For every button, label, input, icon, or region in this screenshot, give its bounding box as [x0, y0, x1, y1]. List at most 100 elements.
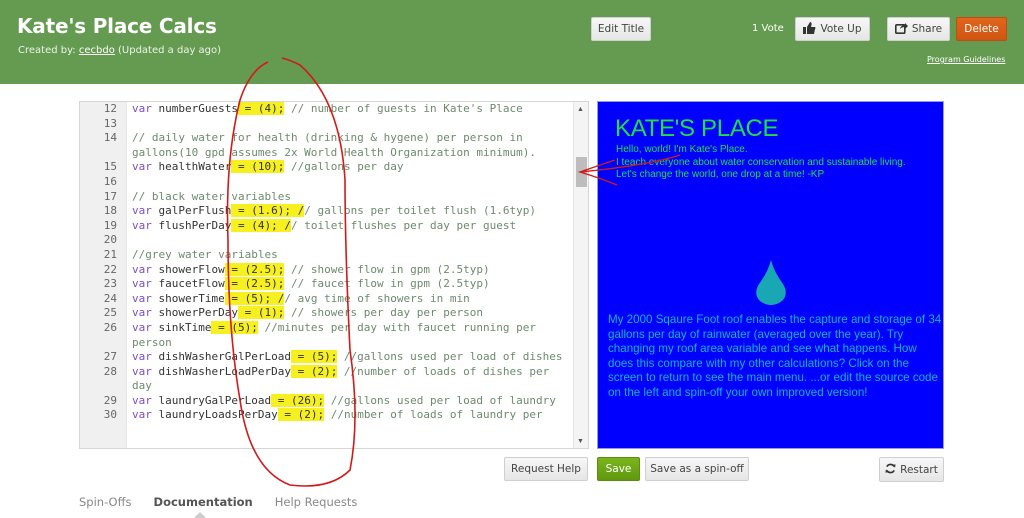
code-text: var dishWasherLoadPerDay = (2); //number…	[123, 364, 568, 394]
code-line[interactable]: 12 var numberGuests = (4); // number of g…	[80, 102, 573, 117]
code-text: var flushPerDay = (4); // toilet flushes…	[123, 218, 568, 234]
code-line[interactable]: 22 var showerFlow = (2.5); // shower flow…	[80, 262, 573, 278]
created-by-label: Created by:	[18, 45, 76, 56]
editor-scrollbar[interactable]: ▲ ▼	[573, 102, 588, 448]
line-number: 12	[103, 102, 117, 115]
save-button[interactable]: Save	[597, 457, 640, 481]
request-help-button[interactable]: Request Help	[504, 457, 588, 481]
tab-spin-offs[interactable]: Spin-Offs	[79, 495, 132, 509]
canvas-greeting: Hello, world! I'm Kate's Place. I teach …	[616, 144, 906, 182]
code-token-val: = (5);	[211, 320, 258, 334]
line-number: 30	[103, 408, 117, 422]
code-token-kw: var	[132, 320, 152, 334]
delete-button[interactable]: Delete	[956, 17, 1007, 41]
code-text: var dishWasherGalPerLoad = (5); //gallon…	[123, 350, 568, 365]
code-line[interactable]: 18 var galPerFlush = (1.6); // gallons pe…	[80, 204, 573, 219]
code-token-comment: // showers per day per person	[284, 306, 484, 320]
code-line[interactable]: 23 var faucetFlow = (2.5); // faucet flow…	[80, 277, 573, 292]
code-token-comment: //number of loads of laundry per	[324, 408, 543, 422]
code-line[interactable]: 26 var sinkTime = (5); //minutes per day …	[80, 320, 573, 350]
restart-button[interactable]: Restart	[879, 457, 944, 482]
scroll-down-arrow-icon[interactable]: ▼	[577, 438, 584, 445]
code-token-kw: var	[132, 160, 152, 174]
code-token-val: = (10);	[231, 160, 285, 174]
line-number: 16	[103, 174, 117, 188]
code-token-code: faucetFlow	[151, 277, 225, 291]
code-token-comment: / toilet flushes per day per guest	[290, 218, 517, 232]
code-line[interactable]: 24 var showerTime = (5); // avg time of s…	[80, 291, 573, 307]
code-text: var showerTime = (5); // avg time of sho…	[123, 291, 568, 307]
vote-up-button[interactable]: Vote Up	[795, 17, 870, 41]
code-token-comment: //gallons used per load of laundry	[324, 393, 556, 407]
spinoff-label: Save as a spin-off	[650, 463, 744, 475]
code-token-kw: var	[132, 408, 152, 422]
save-as-spinoff-button[interactable]: Save as a spin-off	[645, 457, 749, 481]
code-line[interactable]: 13	[80, 117, 573, 132]
program-guidelines-link[interactable]: Program Guidelines	[927, 55, 1005, 64]
code-token-code: dishWasherLoadPerDay	[151, 364, 291, 378]
code-line[interactable]: 15 var healthWater = (10); //gallons per …	[80, 160, 573, 175]
thumbs-up-icon	[803, 21, 816, 37]
save-label: Save	[605, 463, 632, 475]
tab-documentation[interactable]: Documentation	[154, 495, 253, 518]
code-token-comment: // shower flow in gpm (2.5typ)	[284, 262, 490, 276]
water-drop-icon	[756, 260, 786, 305]
canvas-title: KATE'S PLACE	[615, 115, 779, 142]
code-line[interactable]: 20	[80, 233, 573, 248]
code-text: var showerFlow = (2.5); // shower flow i…	[123, 262, 568, 278]
share-icon	[894, 22, 908, 37]
code-line[interactable]: 25 var showerPerDay = (1); // showers per…	[80, 306, 573, 321]
code-token-val: = (1);	[237, 306, 285, 320]
code-line[interactable]: 14 // daily water for health (drinking & …	[80, 131, 573, 160]
edit-title-button[interactable]: Edit Title	[591, 17, 651, 41]
code-line[interactable]: 16	[80, 175, 573, 190]
code-token-val: = (5); /	[224, 291, 285, 305]
author-link[interactable]: cecbdo	[79, 45, 115, 56]
code-token-code: sinkTime	[151, 320, 212, 334]
code-line[interactable]: 28 var dishWasherLoadPerDay = (2); //numb…	[80, 364, 573, 394]
line-number: 21	[103, 247, 117, 261]
tab-help-requests[interactable]: Help Requests	[275, 495, 358, 509]
code-line[interactable]: 17 // black water variables	[80, 190, 573, 205]
program-output-canvas[interactable]: KATE'S PLACE Hello, world! I'm Kate's Pl…	[597, 101, 944, 449]
code-token-code: galPerFlush	[151, 204, 232, 218]
code-line[interactable]: 30 var laundryLoadsPerDay = (2); //number…	[80, 408, 573, 423]
code-token-kw: var	[132, 393, 152, 407]
code-editor[interactable]: 12 var numberGuests = (4); // number of g…	[79, 101, 589, 449]
line-number: 27	[103, 350, 117, 364]
line-number: 23	[103, 277, 117, 291]
code-line[interactable]: 21 //grey water variables	[80, 248, 573, 263]
request-help-label: Request Help	[511, 463, 581, 475]
code-token-comment: // number of guests in Kate's Place	[284, 102, 523, 115]
code-token-val: = (26);	[271, 393, 325, 407]
code-token-code: showerPerDay	[151, 306, 238, 320]
code-token-val: = (4); /	[231, 218, 291, 232]
code-text: var numberGuests = (4); // number of gue…	[123, 102, 568, 117]
line-number: 28	[103, 364, 117, 378]
greeting-line: Let's change the world, one drop at a ti…	[616, 169, 825, 180]
code-area[interactable]: 12 var numberGuests = (4); // number of g…	[80, 102, 573, 448]
code-token-comment: // daily water for health (drinking & hy…	[132, 131, 536, 159]
code-line[interactable]: 29 var laundryGalPerLoad = (26); //gallon…	[80, 393, 573, 409]
scroll-up-arrow-icon[interactable]: ▲	[577, 106, 584, 113]
code-token-code: dishWasherGalPerLoad	[151, 350, 291, 364]
line-number: 15	[103, 160, 117, 174]
code-token-code: laundryLoadsPerDay	[151, 408, 278, 422]
refresh-icon	[885, 463, 896, 477]
line-number: 29	[103, 393, 117, 407]
share-button[interactable]: Share	[887, 17, 950, 41]
code-line[interactable]: 27 var dishWasherGalPerLoad = (5); //gall…	[80, 350, 573, 365]
line-number: 22	[103, 262, 117, 276]
canvas-description: My 2000 Sqaure Foot roof enables the cap…	[608, 313, 942, 399]
code-line[interactable]: 19 var flushPerDay = (4); // toilet flush…	[80, 218, 573, 234]
line-number: 20	[103, 233, 117, 247]
code-text: var faucetFlow = (2.5); // faucet flow i…	[123, 277, 568, 292]
line-number: 24	[103, 291, 117, 305]
code-token-comment: // black water variables	[132, 189, 291, 203]
code-token-comment: //gallons per day	[284, 160, 404, 174]
line-number: 14	[103, 131, 117, 145]
code-token-kw: var	[132, 364, 152, 378]
scrollbar-thumb[interactable]	[576, 157, 587, 187]
